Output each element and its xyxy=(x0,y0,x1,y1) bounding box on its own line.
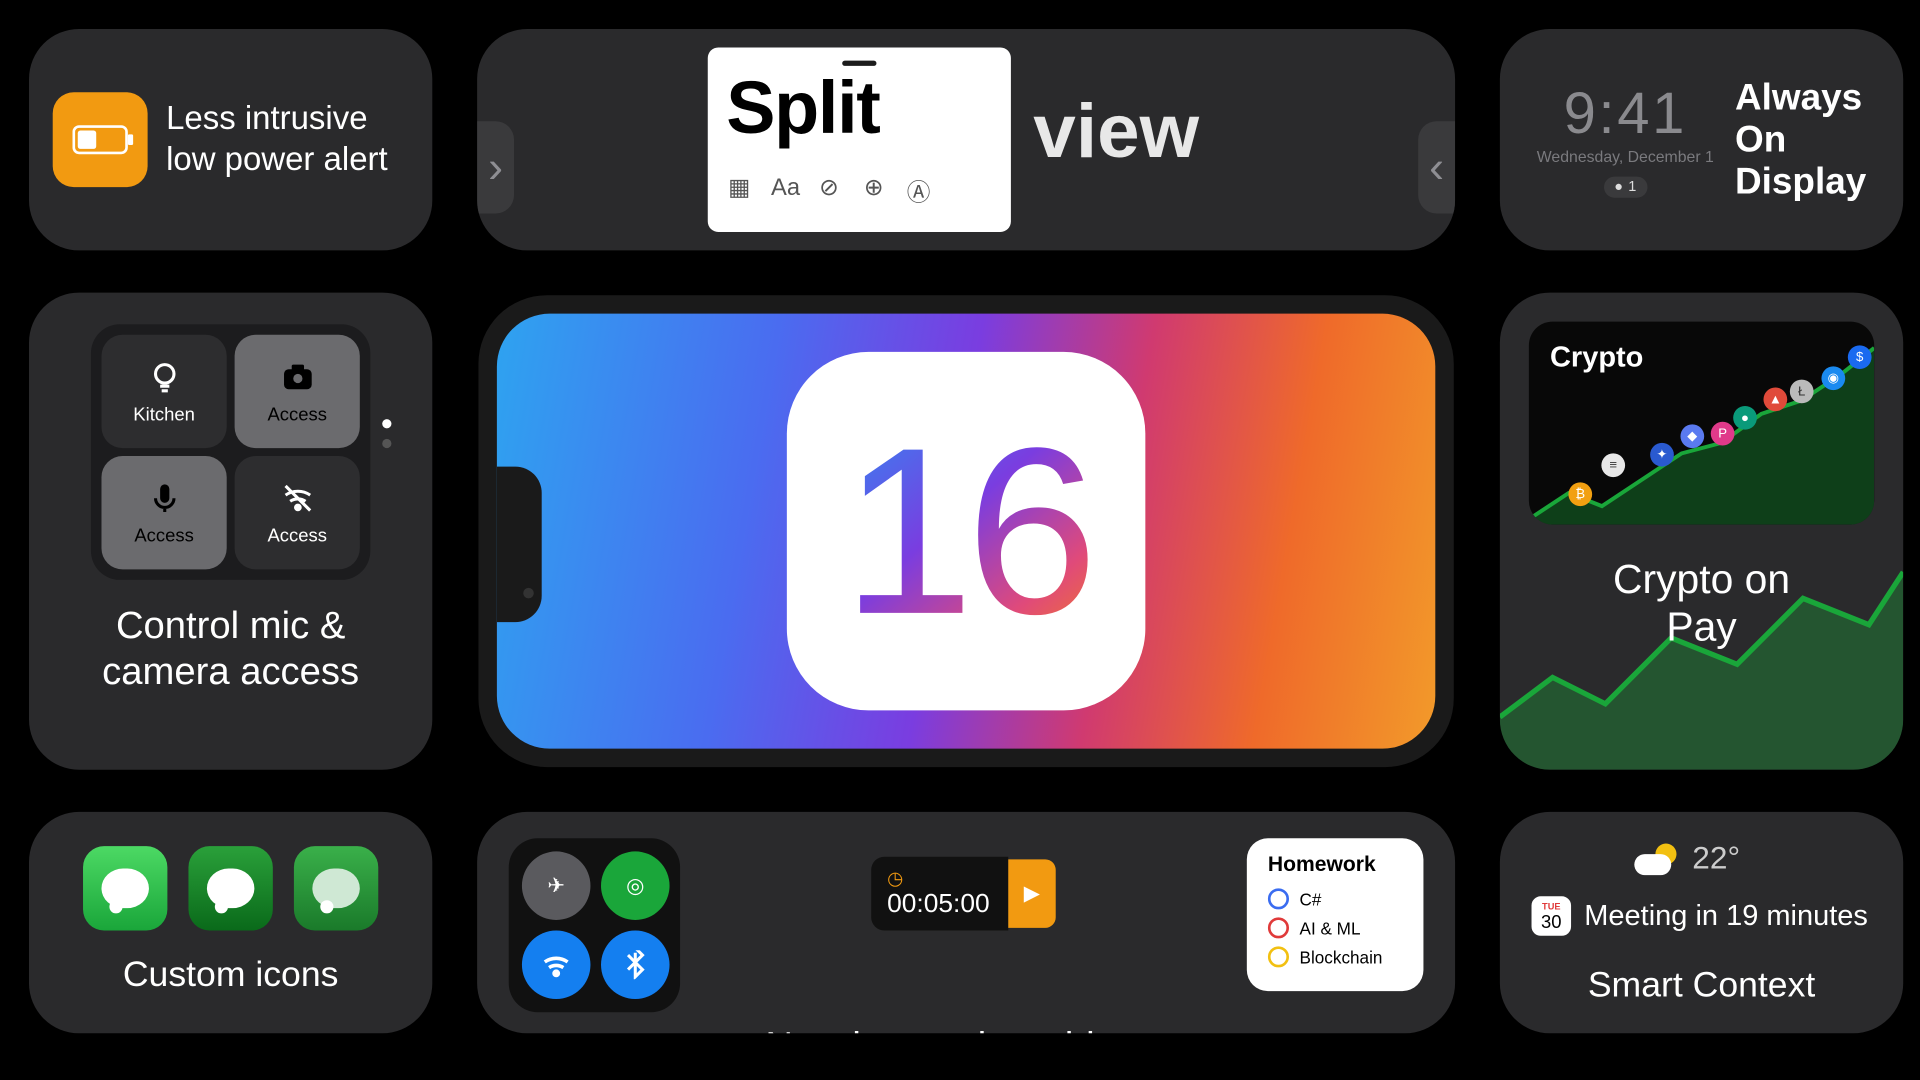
meeting-text: Meeting in 19 minutes xyxy=(1584,899,1868,933)
camera-icon xyxy=(279,358,316,395)
coin-icon: ✦ xyxy=(1650,443,1674,467)
ios-number: 16 xyxy=(842,395,1090,668)
coin-icon: ◉ xyxy=(1821,366,1845,390)
kitchen-tile[interactable]: Kitchen xyxy=(101,335,226,448)
chevron-right-icon[interactable]: › xyxy=(477,121,514,213)
smart-context-text: Smart Context xyxy=(1532,965,1872,1006)
coin-icon: ● xyxy=(1733,406,1757,430)
ios-phone-card: 16 xyxy=(477,293,1455,770)
list-item[interactable]: C# xyxy=(1268,888,1402,909)
control-center-grid: Kitchen Access Access Access xyxy=(91,324,370,580)
wifi-access-tile[interactable]: Access xyxy=(235,456,360,569)
bulb-icon xyxy=(146,358,183,395)
split-view-card[interactable]: › ‹ Split ▦ Aa ⊘ ⊕ Ⓐ view xyxy=(477,29,1455,250)
custom-icons-text: Custom icons xyxy=(123,954,339,995)
homework-widget[interactable]: Homework C# AI & ML Blockchain xyxy=(1247,838,1424,991)
aod-time: 9:41 xyxy=(1537,82,1714,148)
bluetooth-icon[interactable] xyxy=(601,931,670,1000)
messages-icon xyxy=(188,846,272,930)
coin-icon: ≡ xyxy=(1601,453,1625,477)
phone-frame: 16 xyxy=(478,295,1453,767)
aod-label: Always On Display xyxy=(1735,76,1866,203)
crypto-widget: Crypto ₿ ≡ ✦ ◆ P ● ▲ Ł ◉ $ xyxy=(1529,322,1874,525)
aod-date: Wednesday, December 1 xyxy=(1537,148,1714,166)
temperature: 22° xyxy=(1692,841,1740,878)
chevron-left-icon[interactable]: ‹ xyxy=(1418,121,1455,213)
custom-icons-card[interactable]: Custom icons xyxy=(29,812,432,1033)
weather-row: 22° xyxy=(1634,841,1871,878)
coin-icon: ▲ xyxy=(1763,387,1787,411)
style-icon: Ⓐ xyxy=(905,174,931,208)
homework-title: Homework xyxy=(1268,854,1402,878)
wifi-off-icon xyxy=(279,480,316,517)
calendar-icon: TUE 30 xyxy=(1532,896,1572,936)
aod-clock: 9:41 Wednesday, December 1 ● 1 xyxy=(1537,82,1714,198)
coin-icon: P xyxy=(1711,422,1735,446)
text-icon: Aa xyxy=(771,174,797,208)
eth-icon: ◆ xyxy=(1680,424,1704,448)
aod-card[interactable]: 9:41 Wednesday, December 1 ● 1 Always On… xyxy=(1500,29,1903,250)
check-icon: ⊘ xyxy=(816,174,842,208)
timer-value: 00:05:00 xyxy=(887,890,990,920)
timer-widget[interactable]: ◷ 00:05:00 ▶ xyxy=(871,857,1055,931)
clock-icon: ◷ xyxy=(887,867,990,889)
weather-icon xyxy=(1634,844,1676,876)
split-pane: Split ▦ Aa ⊘ ⊕ Ⓐ xyxy=(708,47,1011,232)
widgets-card[interactable]: ✈ ◎ ◷ 00:05:00 ▶ Homework C# AI & ML Blo xyxy=(477,812,1455,1033)
access-card[interactable]: Kitchen Access Access Access Control mic… xyxy=(29,293,432,770)
table-icon: ▦ xyxy=(726,174,752,208)
connectivity-widget[interactable]: ✈ ◎ xyxy=(509,838,680,1012)
mic-access-tile[interactable]: Access xyxy=(101,456,226,569)
crypto-card[interactable]: Crypto ₿ ≡ ✦ ◆ P ● ▲ Ł ◉ $ Crypto on Pay xyxy=(1500,293,1903,770)
wifi-icon[interactable] xyxy=(522,931,591,1000)
meeting-row: TUE 30 Meeting in 19 minutes xyxy=(1532,896,1872,936)
play-button[interactable]: ▶ xyxy=(1008,859,1055,928)
crypto-text: Crypto on Pay xyxy=(1529,556,1874,650)
access-text: Control mic & camera access xyxy=(55,604,406,696)
list-item[interactable]: Blockchain xyxy=(1268,946,1402,967)
low-power-text: Less intrusive low power alert xyxy=(166,99,388,181)
coin-icon: $ xyxy=(1848,345,1872,369)
split-title: Split xyxy=(726,71,992,145)
messages-icon xyxy=(294,846,378,930)
list-item[interactable]: AI & ML xyxy=(1268,917,1402,938)
mic-icon xyxy=(146,480,183,517)
split-word: view xyxy=(1033,87,1199,175)
ios-badge: 16 xyxy=(787,352,1145,710)
aod-badge: ● 1 xyxy=(1604,177,1647,198)
plus-icon: ⊕ xyxy=(861,174,887,208)
camera-access-tile[interactable]: Access xyxy=(235,335,360,448)
widgets-text: New interactive widgets xyxy=(509,1025,1424,1033)
battery-icon xyxy=(53,92,148,187)
messages-icon xyxy=(83,846,167,930)
airplane-icon[interactable]: ✈ xyxy=(522,851,591,920)
btc-icon: ₿ xyxy=(1568,482,1592,506)
cellular-icon[interactable]: ◎ xyxy=(601,851,670,920)
low-power-card[interactable]: Less intrusive low power alert xyxy=(29,29,432,250)
coin-icon: Ł xyxy=(1790,380,1814,404)
smart-context-card[interactable]: 22° TUE 30 Meeting in 19 minutes Smart C… xyxy=(1500,812,1903,1033)
